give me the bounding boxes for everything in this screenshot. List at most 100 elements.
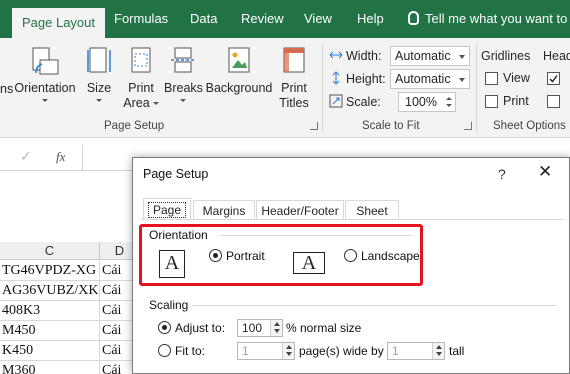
fit-to-radio[interactable] <box>158 344 171 357</box>
page-setup-dialog: Page Setup ? ✕ Page Margins Header/Foote… <box>132 157 570 374</box>
spin-buttons[interactable] <box>432 343 444 359</box>
tab-view[interactable]: View <box>304 0 332 38</box>
page-setup-launcher-icon[interactable] <box>310 122 318 130</box>
headings-view-checkbox[interactable] <box>547 72 560 85</box>
tab-formulas[interactable]: Formulas <box>114 0 168 38</box>
formula-divider <box>82 145 83 171</box>
tab-sheet[interactable]: Sheet <box>345 200 399 220</box>
orientation-icon <box>32 47 59 75</box>
scale-value: 100% <box>405 95 437 109</box>
cell-c[interactable]: 408K3 <box>0 301 100 321</box>
group-divider <box>322 44 323 132</box>
adjust-to-spinner[interactable]: 100 <box>237 319 283 337</box>
breaks-label: Breaks <box>164 81 203 95</box>
tab-data[interactable]: Data <box>190 0 217 38</box>
normal-size-label: % normal size <box>286 321 362 335</box>
gridlines-print-label: Print <box>503 94 529 108</box>
tab-page-layout[interactable]: Page Layout <box>12 8 106 38</box>
cell-c[interactable]: K450 <box>0 341 100 361</box>
spin-up-icon[interactable] <box>446 97 452 100</box>
adjust-to-radio[interactable] <box>158 321 171 334</box>
orientation-label: Orientation <box>14 81 76 95</box>
size-icon <box>87 47 111 73</box>
scale-label: Scale: <box>346 95 381 109</box>
spin-buttons[interactable] <box>282 343 294 359</box>
tab-margins-label: Margins <box>202 204 246 218</box>
print-area-button[interactable]: Print Area <box>122 46 160 111</box>
tab-help[interactable]: Help <box>357 0 384 38</box>
dialog-title: Page Setup <box>143 167 209 181</box>
height-value: Automatic <box>395 72 451 86</box>
background-button[interactable]: Background <box>204 46 274 96</box>
fit-to-label[interactable]: Fit to: <box>175 344 205 358</box>
tab-header-footer[interactable]: Header/Footer <box>256 200 344 220</box>
tell-me-text: Tell me what you want to d <box>425 11 570 26</box>
scaling-section-label: Scaling <box>149 298 189 312</box>
margins-button[interactable]: ns <box>0 82 13 97</box>
spin-down-icon[interactable] <box>436 352 442 356</box>
cell-c[interactable]: M360 <box>0 361 100 374</box>
fit-tall-spinner[interactable]: 1 <box>387 342 445 360</box>
spin-down-icon[interactable] <box>286 352 292 356</box>
scale-icon <box>329 94 343 108</box>
spin-up-icon[interactable] <box>274 322 280 326</box>
spin-down-icon[interactable] <box>446 104 452 107</box>
breaks-button[interactable]: Breaks <box>164 46 203 102</box>
enter-check-icon[interactable]: ✓ <box>20 148 32 165</box>
size-label: Size <box>86 81 112 95</box>
size-button[interactable]: Size <box>84 46 114 102</box>
adjust-to-label[interactable]: Adjust to: <box>175 321 225 335</box>
chevron-down-icon <box>96 99 102 102</box>
gridlines-label: Gridlines <box>481 49 531 63</box>
spin-up-icon[interactable] <box>286 345 292 349</box>
print-titles-button[interactable]: Print Titles <box>276 46 312 111</box>
chevron-down-icon <box>459 55 465 59</box>
lightbulb-icon <box>408 11 419 25</box>
tab-header-footer-label: Header/Footer <box>261 204 339 218</box>
spin-buttons[interactable] <box>270 320 282 336</box>
check-icon <box>549 75 558 83</box>
cell-c[interactable]: AG36VUBZ/XK <box>0 281 100 301</box>
print-area-label2: Area <box>123 96 150 110</box>
height-dropdown[interactable]: Automatic <box>390 69 470 89</box>
tab-margins[interactable]: Margins <box>193 200 255 220</box>
spin-up-icon[interactable] <box>436 345 442 349</box>
tab-review[interactable]: Review <box>241 0 284 38</box>
scale-spinner[interactable]: 100% <box>398 92 456 112</box>
gridlines-print-checkbox[interactable] <box>485 95 498 108</box>
orientation-button[interactable]: Orientation <box>14 46 76 102</box>
tab-page[interactable]: Page <box>143 198 191 220</box>
tabs-divider <box>141 219 563 220</box>
gridlines-view-checkbox[interactable] <box>485 72 498 85</box>
width-value: Automatic <box>395 49 451 63</box>
close-icon[interactable]: ✕ <box>538 162 552 182</box>
ribbon-body: ns Orientation Size Print Area Breaks Ba… <box>0 38 570 138</box>
margins-label: ns <box>0 82 14 96</box>
tell-me-search[interactable]: Tell me what you want to d <box>408 0 570 38</box>
scale-to-fit-group-label: Scale to Fit <box>362 120 420 132</box>
fit-tall-value: 1 <box>392 344 399 358</box>
print-titles-icon <box>283 47 305 73</box>
insert-function-icon[interactable]: fx <box>56 149 65 165</box>
width-label: Width: <box>346 49 382 63</box>
pages-wide-label: page(s) wide by <box>299 344 384 358</box>
scale-to-fit-launcher-icon[interactable] <box>464 122 472 130</box>
print-titles-label2: Titles <box>279 96 309 110</box>
chevron-down-icon <box>42 99 48 102</box>
cell-c[interactable]: M450 <box>0 321 100 341</box>
fit-wide-spinner[interactable]: 1 <box>237 342 295 360</box>
group-divider <box>476 44 477 132</box>
print-area-label: Print <box>128 81 154 95</box>
width-icon <box>329 51 343 59</box>
headings-label: Headi <box>543 49 570 63</box>
help-icon[interactable]: ? <box>498 166 506 182</box>
width-dropdown[interactable]: Automatic <box>390 46 470 66</box>
breaks-icon <box>171 47 195 73</box>
headings-print-checkbox[interactable] <box>547 95 560 108</box>
spin-down-icon[interactable] <box>274 329 280 333</box>
cell-c[interactable]: TG46VPDZ-XG <box>0 261 100 281</box>
print-area-icon <box>131 47 151 73</box>
tall-label: tall <box>449 344 465 358</box>
fit-wide-value: 1 <box>242 344 249 358</box>
column-header-c[interactable]: C <box>0 242 100 260</box>
